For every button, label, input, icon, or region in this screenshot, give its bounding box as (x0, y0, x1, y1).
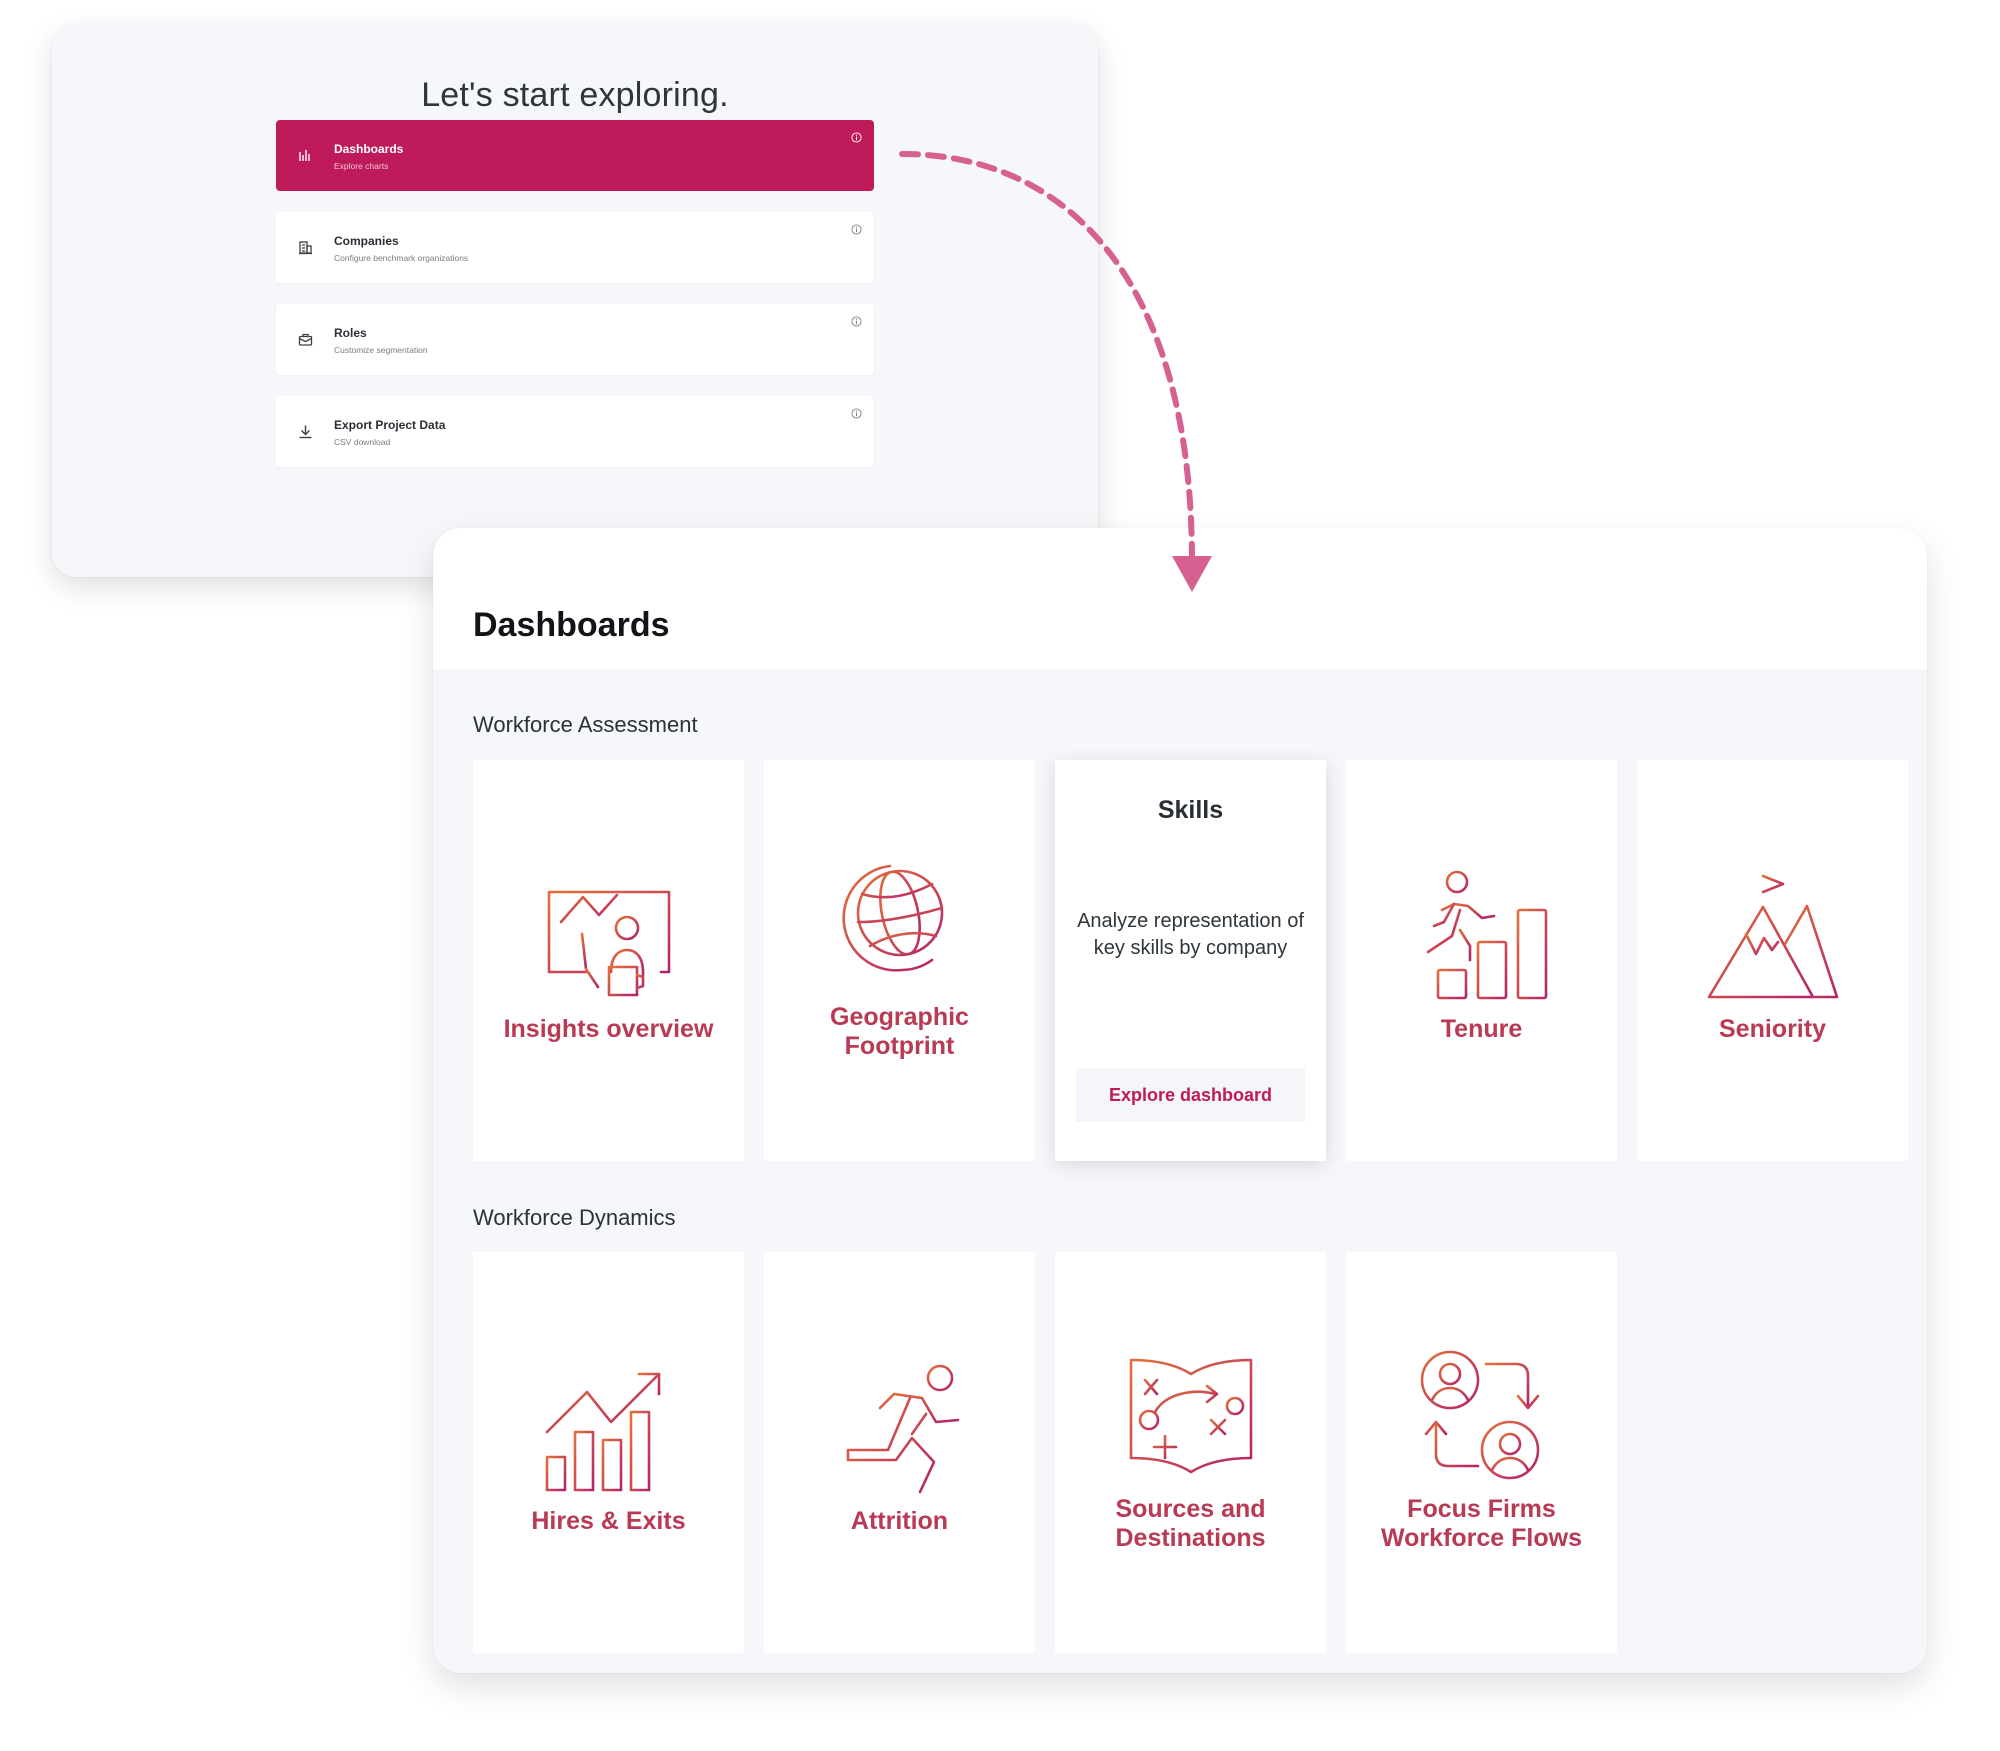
dashboards-window: Dashboards Workforce Assessment Insights… (433, 528, 1927, 1673)
card-label: Attrition (850, 1507, 949, 1535)
page-title: Dashboards (473, 606, 670, 644)
nav-card-export-project-data[interactable]: Export Project Data CSV download (276, 396, 874, 467)
card-label: Sources and Destinations (1115, 1495, 1266, 1552)
people-exchange-icon (1420, 1350, 1539, 1480)
nav-card-roles[interactable]: Roles Customize segmentation (276, 304, 874, 375)
mountain-flag-icon (1707, 874, 1838, 999)
explore-heading: Let's start exploring. (421, 76, 729, 114)
card-label: Geographic Footprint (830, 1003, 969, 1060)
nav-card-subtitle: CSV download (334, 437, 391, 447)
dashboard-card-hires-and-exits[interactable]: Hires & Exits (473, 1252, 744, 1653)
card-description: Analyze representation of key skills by … (1077, 910, 1304, 959)
card-label: Insights overview (503, 1015, 714, 1043)
card-label: Hires & Exits (531, 1507, 686, 1535)
nav-card-companies[interactable]: Companies Configure benchmark organizati… (276, 212, 874, 283)
strategy-map-icon (1129, 1358, 1252, 1474)
nav-card-title: Dashboards (334, 142, 404, 156)
building-icon (294, 236, 316, 258)
running-person-icon (832, 1364, 959, 1494)
presentation-icon (547, 890, 670, 997)
info-icon[interactable] (851, 406, 862, 419)
nav-card-title: Companies (334, 234, 399, 248)
dashboard-card-skills[interactable]: Skills Analyze representation of key ski… (1055, 760, 1326, 1161)
download-icon (294, 420, 316, 442)
nav-card-title: Export Project Data (334, 418, 446, 432)
nav-card-subtitle: Configure benchmark organizations (334, 253, 469, 263)
climbing-steps-icon (1426, 870, 1547, 1000)
growth-chart-icon (545, 1372, 660, 1492)
bar-chart-icon (294, 144, 316, 166)
globe-icon (841, 864, 943, 993)
card-title: Skills (1157, 796, 1224, 824)
card-label: Focus Firms Workforce Flows (1381, 1495, 1582, 1552)
section-title-workforce-assessment: Workforce Assessment (473, 712, 698, 737)
card-label: Seniority (1719, 1015, 1826, 1043)
dashboards-header: Dashboards (433, 528, 1927, 669)
nav-card-dashboards[interactable]: Dashboards Explore charts (276, 120, 874, 191)
start-exploring-window: Let's start exploring. Dashboards Explor… (52, 24, 1098, 577)
nav-card-title: Roles (334, 326, 367, 340)
card-label: Tenure (1440, 1015, 1523, 1043)
dashboard-card-insights-overview[interactable]: Insights overview (473, 760, 744, 1161)
info-icon[interactable] (851, 130, 862, 143)
dashboard-card-seniority[interactable]: Seniority (1637, 760, 1908, 1161)
info-icon[interactable] (851, 222, 862, 235)
dashboard-card-focus-firms-workforce-flows[interactable]: Focus Firms Workforce Flows (1346, 1252, 1617, 1653)
nav-card-subtitle: Explore charts (334, 161, 389, 171)
info-icon[interactable] (851, 314, 862, 327)
nav-card-subtitle: Customize segmentation (334, 345, 428, 355)
dashboard-card-tenure[interactable]: Tenure (1346, 760, 1617, 1161)
section-title-workforce-dynamics: Workforce Dynamics (473, 1205, 676, 1230)
explore-dashboard-button[interactable]: Explore dashboard (1076, 1068, 1305, 1122)
dashboard-card-geographic-footprint[interactable]: Geographic Footprint (764, 760, 1035, 1161)
dashboard-card-attrition[interactable]: Attrition (764, 1252, 1035, 1653)
dashboard-card-sources-and-destinations[interactable]: Sources and Destinations (1055, 1252, 1326, 1653)
briefcase-icon (294, 328, 316, 350)
